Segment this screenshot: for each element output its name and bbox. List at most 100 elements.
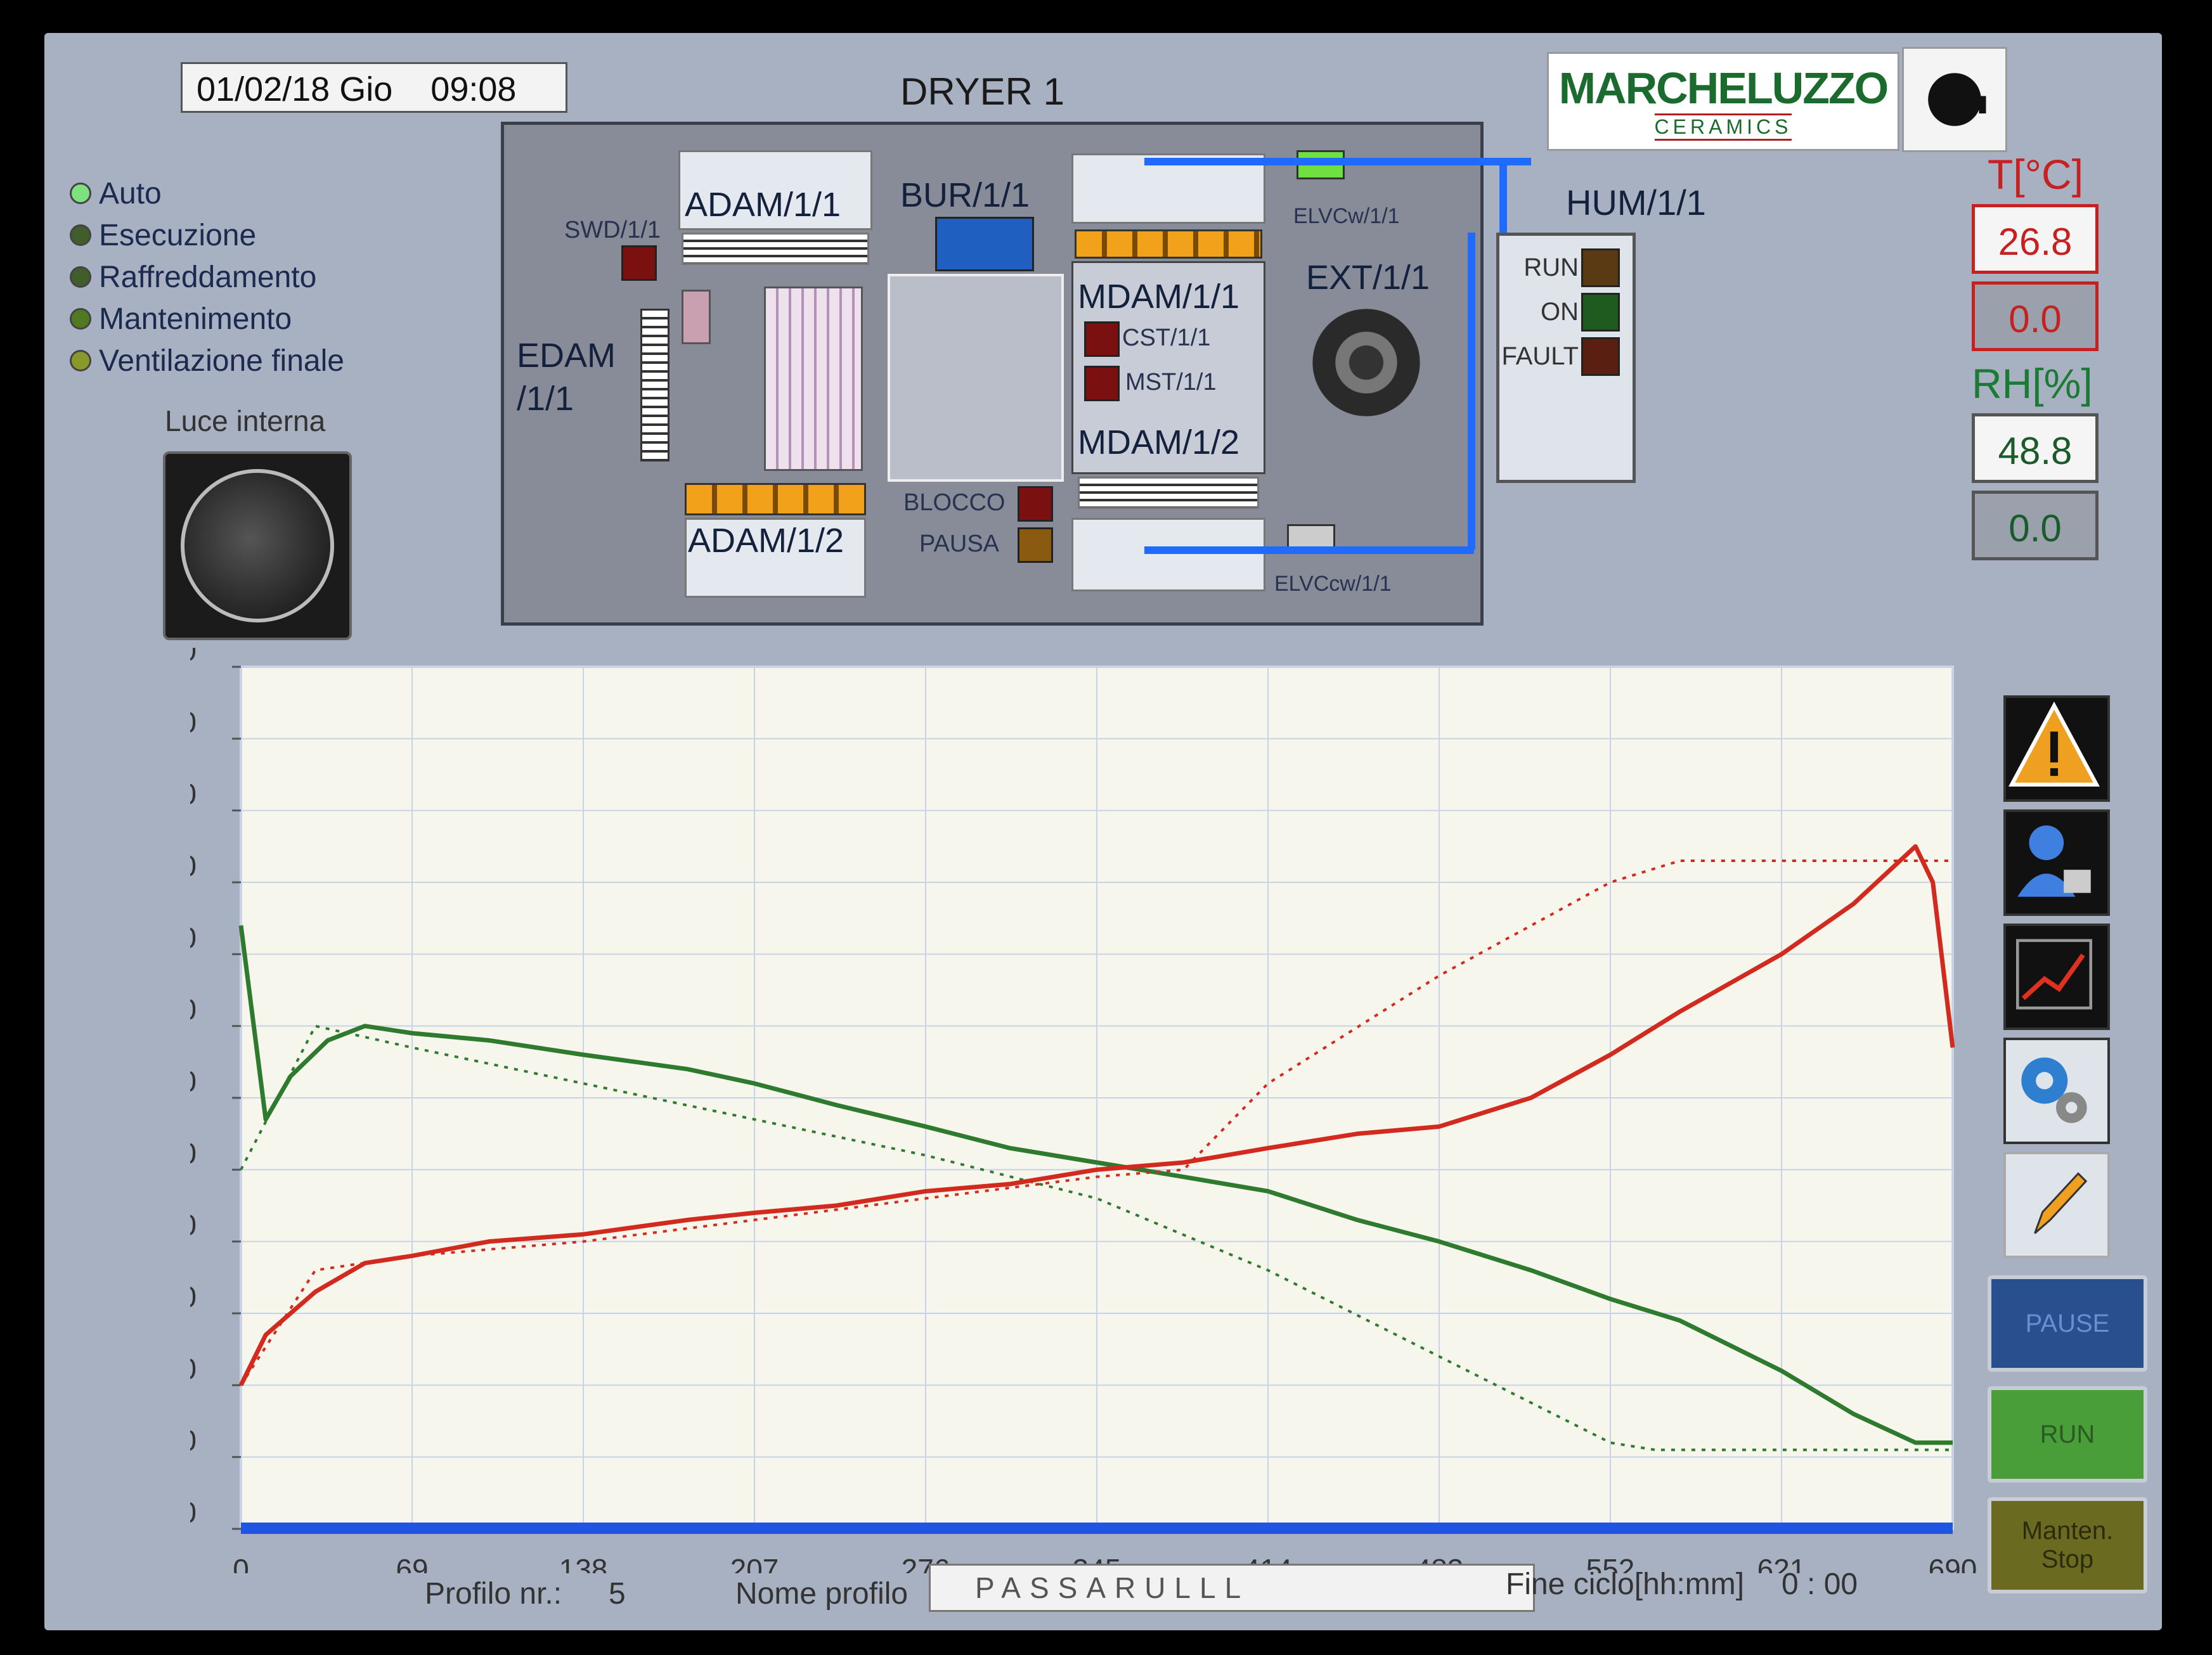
x-tick-label: 138 — [559, 1553, 608, 1573]
mst-1-1-indicator[interactable] — [1084, 366, 1120, 401]
swd-1-1-label: SWD/1/1 — [564, 217, 661, 243]
status-led — [70, 224, 91, 246]
status-esecuzione: Esecuzione — [70, 214, 344, 256]
edit-icon[interactable] — [2003, 1152, 2110, 1258]
cst-1-1-label: CST/1/1 — [1122, 325, 1211, 351]
temperature-actual: 26.8 — [1972, 204, 2099, 274]
status-led — [70, 350, 91, 371]
blocco-indicator — [1018, 486, 1053, 522]
y-tick-label: 70 — [190, 993, 197, 1026]
humidity-actual: 48.8 — [1972, 413, 2099, 483]
x-tick-label: 69 — [396, 1553, 428, 1573]
burner-icon[interactable] — [935, 217, 1034, 271]
y-tick-label: 100 — [190, 778, 197, 811]
humidity-setpoint[interactable]: 0.0 — [1972, 491, 2099, 560]
filter-panel — [764, 287, 863, 471]
pause-button[interactable]: PAUSE — [1988, 1275, 2147, 1372]
water-pipe — [1468, 233, 1475, 550]
date-text: 01/02/18 — [197, 70, 330, 108]
water-pipe — [1499, 158, 1507, 237]
hum-1-1-label: HUM/1/1 — [1566, 183, 1706, 222]
manten-stop-button[interactable]: Manten. Stop — [1988, 1497, 2147, 1594]
run-button[interactable]: RUN — [1988, 1386, 2147, 1483]
end-cycle-label: Fine ciclo[hh:mm] — [1506, 1568, 1745, 1601]
combustion-chamber — [888, 274, 1064, 482]
profile-name-field[interactable]: PASSARULLL — [929, 1564, 1535, 1612]
hum-run-row: RUN — [1499, 248, 1626, 287]
status-label: Mantenimento — [99, 302, 292, 336]
x-axis-bar — [241, 1523, 1953, 1534]
logo-line-1: MARCHELUZZO — [1558, 63, 1889, 113]
status-led — [70, 183, 91, 204]
status-ventilazione-finale: Ventilazione finale — [70, 340, 344, 382]
status-list: Auto Esecuzione Raffreddamento Mantenime… — [70, 172, 344, 382]
x-tick-label: 0 — [233, 1553, 249, 1573]
light-bulb-icon — [181, 469, 334, 622]
y-tick-label: 10 — [190, 1424, 197, 1457]
hum-on-label: ON — [1541, 297, 1579, 326]
gear-icon — [2021, 1057, 2087, 1123]
status-label: Raffreddamento — [99, 260, 317, 294]
mdam-1-2-louvers — [1078, 477, 1259, 509]
hum-run-led — [1581, 248, 1620, 287]
mdam-1-2-label: MDAM/1/2 — [1078, 423, 1240, 461]
status-auto: Auto — [70, 172, 344, 214]
hum-fault-led — [1581, 337, 1620, 376]
mdam-bottom-damper[interactable] — [1071, 518, 1265, 591]
line-chart-icon — [2015, 939, 2093, 1010]
pausa-indicator — [1018, 527, 1053, 563]
humidifier-panel[interactable]: RUN ON FAULT — [1496, 233, 1636, 483]
bell-icon[interactable] — [1902, 47, 2007, 152]
profile-nr-label: Profilo nr.: — [425, 1577, 562, 1611]
cst-1-1-indicator[interactable] — [1084, 321, 1120, 357]
end-cycle-value: 0 : 00 — [1782, 1568, 1858, 1601]
humidity-label: RH[%] — [1972, 360, 2093, 407]
user-lock-icon[interactable] — [2003, 809, 2110, 916]
date-time-display: 01/02/18 Gio 09:08 — [181, 62, 567, 113]
trend-chart-icon[interactable] — [2003, 924, 2110, 1030]
elvc-bottom-label: ELVCcw/1/1 — [1274, 572, 1392, 596]
warning-icon[interactable] — [2003, 695, 2110, 802]
status-label: Ventilazione finale — [99, 344, 344, 378]
x-tick-label: 690 — [1929, 1553, 1977, 1573]
hmi-screen: 01/02/18 Gio 09:08 DRYER 1 Auto Esecuzio… — [44, 33, 2162, 1630]
ext-1-1-label: EXT/1/1 — [1306, 259, 1430, 297]
y-tick-label: 120 — [190, 648, 197, 667]
settings-icon[interactable] — [2003, 1038, 2110, 1144]
blocco-label: BLOCCO — [903, 489, 1006, 516]
dryer-diagram: ADAM/1/1 BUR/1/1 SWD/1/1 EDAM /1/1 ADAM/… — [501, 122, 1531, 626]
hum-on-led — [1581, 292, 1620, 332]
temperature-setpoint[interactable]: 0.0 — [1972, 281, 2099, 351]
x-tick-label: 207 — [730, 1553, 779, 1573]
fan-icon[interactable] — [1312, 309, 1420, 416]
y-tick-label: 40 — [190, 1209, 197, 1242]
status-label: Auto — [99, 176, 162, 210]
water-pipe — [1144, 158, 1531, 165]
y-tick-label: 110 — [190, 705, 197, 738]
y-tick-label: 20 — [190, 1352, 197, 1385]
pencil-icon — [2034, 1172, 2088, 1234]
y-tick-label: 60 — [190, 1065, 197, 1098]
hum-fault-row: FAULT — [1499, 337, 1626, 376]
status-label: Esecuzione — [99, 218, 257, 252]
swd-1-1-indicator[interactable] — [621, 245, 657, 281]
y-tick-label: 50 — [190, 1137, 197, 1169]
bur-1-1-label: BUR/1/1 — [900, 176, 1030, 214]
hum-fault-label: FAULT — [1501, 342, 1579, 370]
mdam-top-grate — [1075, 229, 1262, 259]
edam-1-1-damper[interactable] — [640, 309, 669, 461]
light-label: Luce interna — [165, 404, 326, 437]
hum-run-label: RUN — [1523, 253, 1579, 281]
temperature-label: T[°C] — [1988, 151, 2084, 198]
adam-1-1-label: ADAM/1/1 — [685, 186, 841, 224]
company-logo: MARCHELUZZO CERAMICS — [1547, 52, 1899, 151]
profile-name-label: Nome profilo — [735, 1577, 909, 1611]
user-icon — [2017, 825, 2091, 897]
time-text: 09:08 — [430, 70, 517, 108]
day-text: Gio — [339, 70, 393, 108]
mst-1-1-label: MST/1/1 — [1125, 369, 1217, 396]
internal-light-button[interactable] — [163, 451, 352, 640]
status-raffreddamento: Raffreddamento — [70, 256, 344, 298]
profile-nr-value: 5 — [609, 1577, 626, 1611]
y-tick-label: 90 — [190, 849, 197, 882]
